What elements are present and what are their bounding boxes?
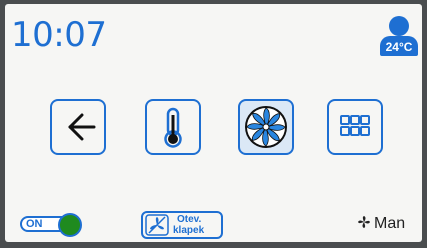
temperature-button[interactable]: [145, 99, 201, 155]
grid-menu-button[interactable]: [327, 99, 383, 155]
flap-label-line2: klapek: [173, 225, 205, 236]
flap-label-line1: Otev.: [177, 214, 202, 225]
arrow-left-icon: [68, 113, 96, 141]
clock-time: 10:07: [11, 15, 107, 55]
thermometer-icon: [164, 107, 182, 148]
power-toggle[interactable]: ON: [20, 213, 86, 237]
fan-icon: [245, 106, 287, 148]
toggle-knob: [58, 213, 82, 237]
user-icon: [389, 16, 409, 36]
flap-fan-off-icon: [145, 214, 169, 236]
user-temperature-badge[interactable]: 24°C: [380, 16, 418, 60]
fan-mini-icon: [358, 216, 370, 228]
toggle-label: ON: [26, 218, 43, 230]
mode-label: Man: [374, 215, 406, 232]
back-button[interactable]: [50, 99, 106, 155]
flap-opening-button[interactable]: Otev. klapek: [141, 211, 223, 239]
fan-mode-indicator[interactable]: Man: [357, 214, 405, 234]
fan-button[interactable]: [238, 99, 294, 155]
temperature-readout: 24°C: [380, 36, 418, 56]
device-screen: 10:07 24°C ON Otev. klapek Man: [5, 4, 422, 242]
grid-icon: [340, 115, 370, 136]
